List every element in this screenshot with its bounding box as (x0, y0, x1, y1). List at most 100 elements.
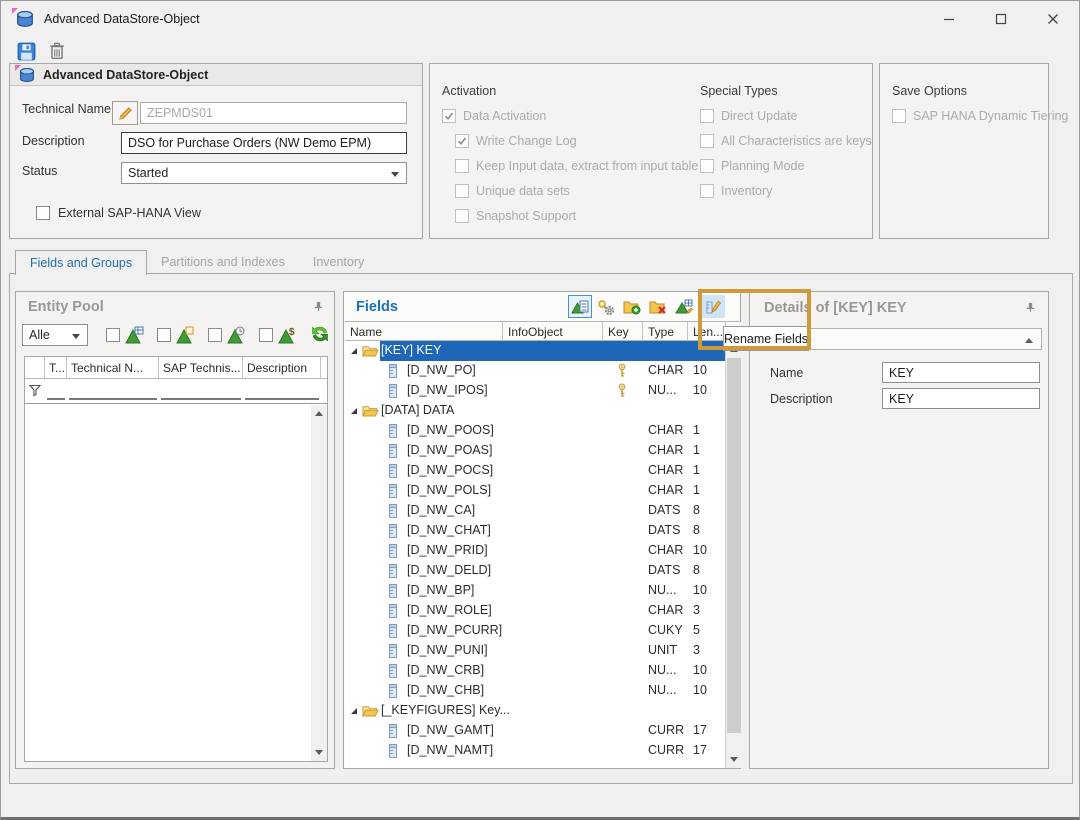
column-header-sap-technical[interactable]: SAP Technis... (159, 357, 243, 379)
close-button[interactable] (1027, 1, 1079, 37)
entity-filter-select[interactable]: Alle (22, 324, 88, 346)
field-row[interactable]: [D_NW_CHB] NU... 10 (345, 681, 725, 701)
checkbox-row: Write Change Log (455, 132, 698, 150)
field-row[interactable]: [_KEYFIGURES] Key... (345, 701, 725, 721)
tab-partitions-and-indexes[interactable]: Partitions and Indexes (147, 250, 299, 274)
field-row[interactable]: [D_NW_PUNI] UNIT 3 (345, 641, 725, 661)
add-fields-icon[interactable] (672, 295, 696, 318)
field-row[interactable]: [D_NW_ROLE] CHAR 3 (345, 601, 725, 621)
filter-keyfigures-checkbox[interactable] (259, 328, 273, 342)
field-row[interactable]: [D_NW_GAMT] CURR 17 (345, 721, 725, 741)
save-icon[interactable] (15, 40, 37, 62)
field-icon (389, 384, 397, 401)
column-header-name[interactable]: Name (345, 322, 501, 341)
field-name: [D_NW_PO] (407, 363, 527, 377)
checkbox[interactable] (700, 184, 714, 198)
refresh-icon[interactable] (310, 324, 330, 344)
pin-icon[interactable] (313, 301, 324, 315)
filter-characteristics-checkbox[interactable] (106, 328, 120, 342)
minimize-button[interactable] (923, 1, 975, 37)
filter-time-checkbox[interactable] (208, 328, 222, 342)
field-row[interactable]: [DATA] DATA (345, 401, 725, 421)
status-value: Started (128, 166, 168, 180)
column-header-type[interactable]: Type (643, 322, 686, 341)
description-input[interactable]: DSO for Purchase Orders (NW Demo EPM) (121, 132, 407, 154)
field-row[interactable]: [D_NW_CHAT] DATS 8 (345, 521, 725, 541)
rename-fields-icon[interactable] (701, 295, 725, 318)
details-panel: Details of [KEY] KEY Name KEY Descriptio… (749, 291, 1049, 769)
field-row[interactable]: [D_NW_PO] CHAR 10 (345, 361, 725, 381)
checkbox[interactable] (892, 109, 906, 123)
entity-pool-scrollbar[interactable] (311, 405, 327, 761)
checkbox[interactable] (700, 159, 714, 173)
fields-scrollbar[interactable] (725, 341, 741, 768)
column-header-infoobject[interactable]: InfoObject (503, 322, 601, 341)
column-header-technical-name[interactable]: Technical N... (67, 357, 159, 379)
expand-arrow-icon[interactable] (351, 348, 357, 354)
checkbox-row: Direct Update (700, 107, 872, 125)
filter-cell[interactable] (161, 382, 241, 400)
field-row[interactable]: [D_NW_CA] DATS 8 (345, 501, 725, 521)
scroll-up-button[interactable] (311, 405, 327, 421)
checkbox[interactable] (455, 134, 469, 148)
general-panel-title: Advanced DataStore-Object (43, 68, 208, 82)
folder-icon (362, 344, 379, 361)
field-row[interactable]: [D_NW_POLS] CHAR 1 (345, 481, 725, 501)
filter-cell[interactable] (245, 382, 319, 400)
field-row[interactable]: [D_NW_NAMT] CURR 17 (345, 741, 725, 761)
field-row[interactable]: [D_NW_PCURR] CUKY 5 (345, 621, 725, 641)
column-header-selector[interactable] (25, 357, 45, 379)
maximize-button[interactable] (975, 1, 1027, 37)
column-header-description[interactable]: Description (243, 357, 321, 379)
filter-units-checkbox[interactable] (157, 328, 171, 342)
column-header-length[interactable]: Len... (688, 322, 724, 341)
checkbox-label: Write Change Log (476, 134, 577, 148)
generate-keys-icon[interactable] (594, 295, 618, 318)
tab-fields-and-groups[interactable]: Fields and Groups (15, 250, 147, 275)
delete-icon[interactable] (46, 40, 68, 62)
svg-text:$: $ (289, 327, 295, 338)
add-group-icon[interactable] (620, 295, 644, 318)
details-description-input[interactable]: KEY (882, 388, 1040, 409)
field-row[interactable]: [D_NW_POOS] CHAR 1 (345, 421, 725, 441)
expand-arrow-icon[interactable] (351, 408, 357, 414)
filter-cell[interactable] (69, 382, 157, 400)
field-row[interactable]: [D_NW_DELD] DATS 8 (345, 561, 725, 581)
technical-name-input[interactable]: ZEPMDS01 (140, 102, 407, 124)
checkbox[interactable] (455, 159, 469, 173)
checkbox-row: Planning Mode (700, 157, 872, 175)
field-length: 1 (693, 483, 700, 497)
field-type: CHAR (648, 483, 683, 497)
field-row[interactable]: [D_NW_CRB] NU... 10 (345, 661, 725, 681)
modified-marker-icon (12, 8, 18, 14)
field-row[interactable]: [KEY] KEY (345, 341, 725, 361)
scrollbar-thumb[interactable] (727, 358, 741, 733)
checkbox[interactable] (700, 134, 714, 148)
remove-group-icon[interactable] (646, 295, 670, 318)
status-select[interactable]: Started (121, 162, 407, 184)
expand-arrow-icon[interactable] (351, 708, 357, 714)
field-row[interactable]: [D_NW_PRID] CHAR 10 (345, 541, 725, 561)
field-row[interactable]: [D_NW_BP] NU... 10 (345, 581, 725, 601)
hierarchy-view-icon[interactable] (568, 295, 592, 318)
checkbox[interactable] (455, 184, 469, 198)
fields-title: Fields (356, 299, 398, 315)
scroll-down-button[interactable] (726, 752, 742, 768)
field-row[interactable]: [D_NW_POAS] CHAR 1 (345, 441, 725, 461)
details-name-input[interactable]: KEY (882, 362, 1040, 383)
external-hana-view-checkbox[interactable] (36, 206, 50, 220)
scroll-down-button[interactable] (311, 745, 327, 761)
checkbox[interactable] (442, 109, 456, 123)
edit-technical-name-button[interactable] (112, 101, 138, 125)
checkbox[interactable] (455, 209, 469, 223)
tab-inventory[interactable]: Inventory (299, 250, 378, 274)
filter-cell[interactable] (47, 382, 65, 400)
column-header-key[interactable]: Key (603, 322, 641, 341)
pin-icon[interactable] (1025, 302, 1036, 316)
field-row[interactable]: [D_NW_POCS] CHAR 1 (345, 461, 725, 481)
column-header-type[interactable]: T... (45, 357, 67, 379)
field-type: CURR (648, 723, 684, 737)
field-row[interactable]: [D_NW_IPOS] NU... 10 (345, 381, 725, 401)
checkbox[interactable] (700, 109, 714, 123)
chevron-down-icon (72, 334, 80, 343)
